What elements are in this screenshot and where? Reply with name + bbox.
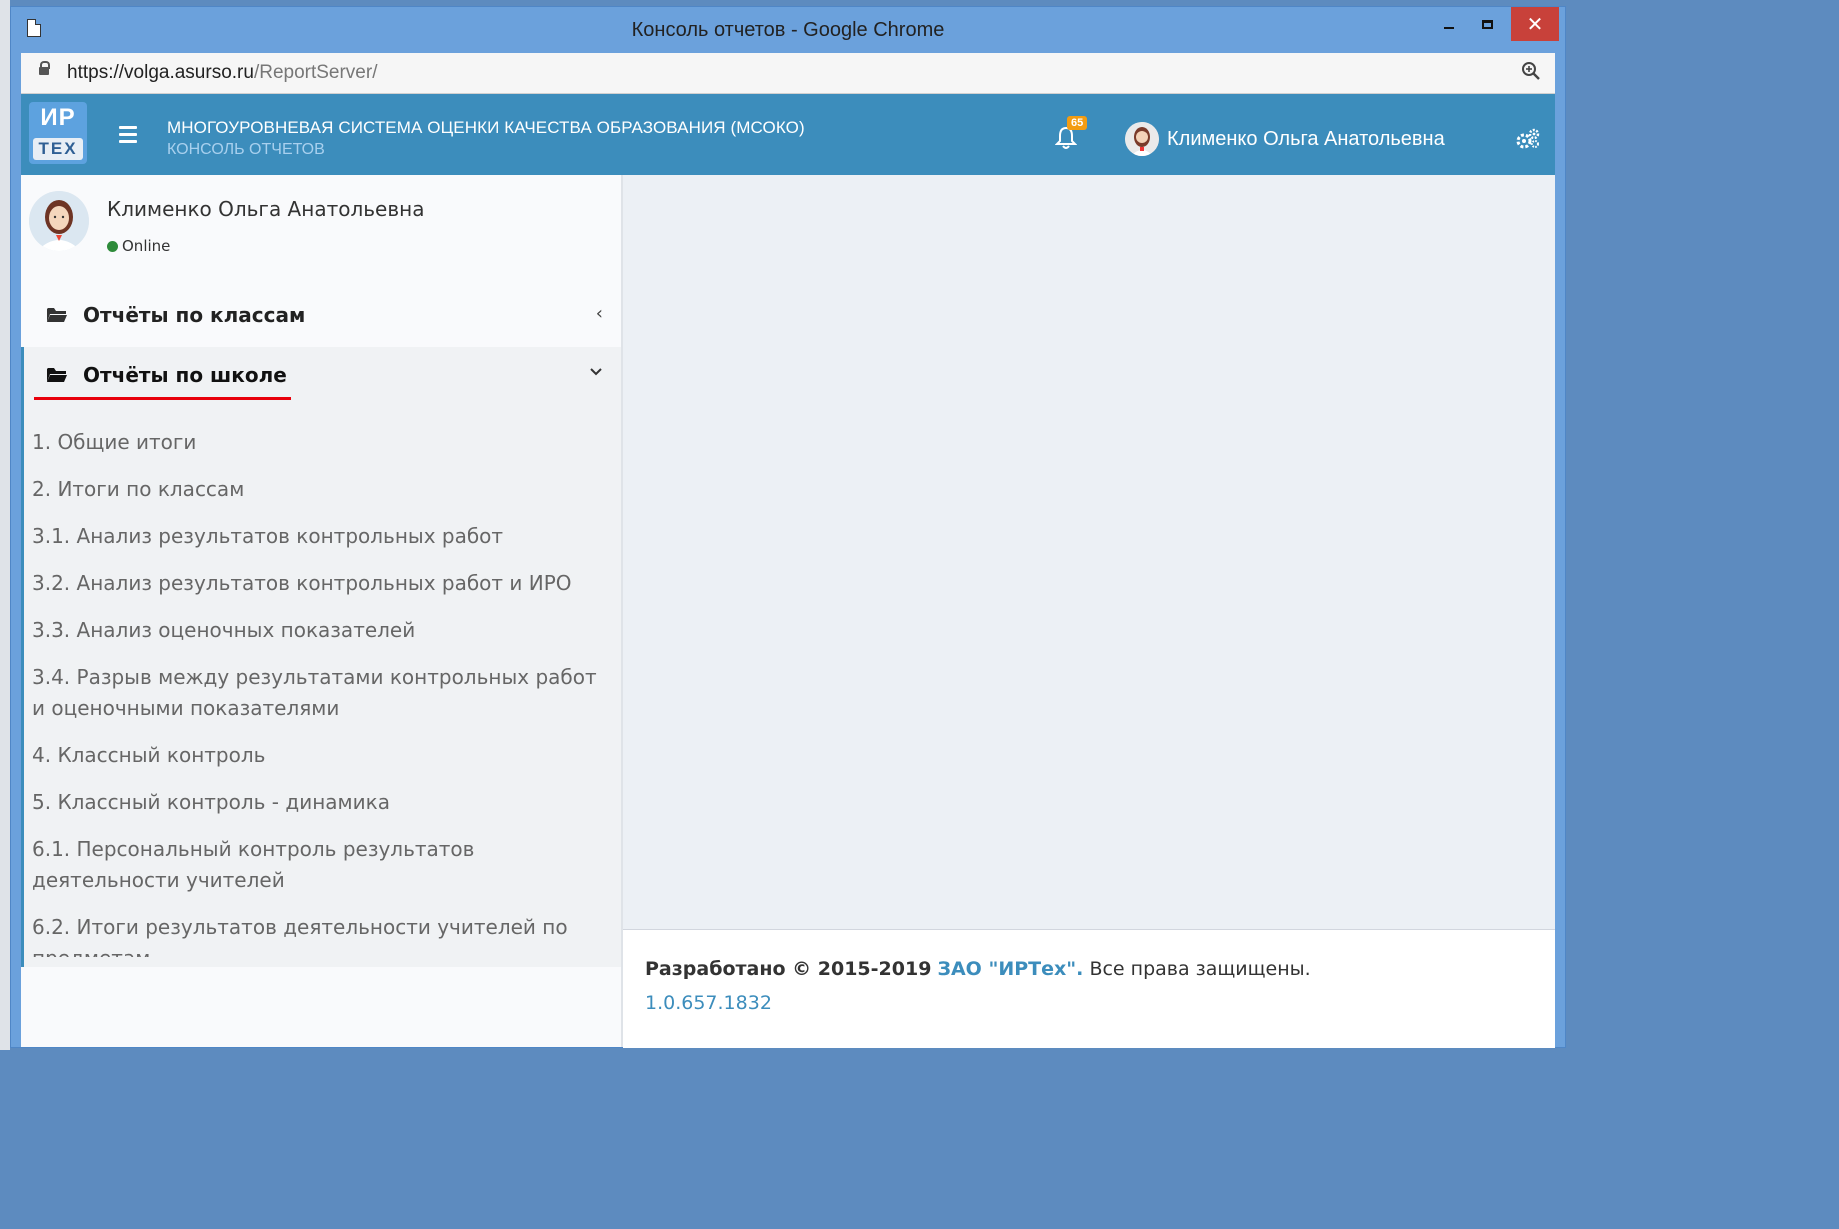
red-underline-annotation [34,397,291,400]
browser-window: Консоль отчетов - Google Chrome ✕ https:… [10,6,1566,1048]
close-button[interactable]: ✕ [1511,7,1559,41]
list-item[interactable]: 1. Общие итоги [32,427,612,458]
footer-company-link[interactable]: ЗАО "ИРТех". [937,958,1083,980]
footer-copyright: Разработано © 2015-2019 ЗАО "ИРТех". Все… [645,958,1311,980]
sidebar: Клименко Ольга Анатольевна Online Отчёты… [21,175,621,1047]
maximize-icon [1481,19,1493,29]
folder-open-icon [47,308,67,322]
footer-rights: Все права защищены. [1089,958,1311,980]
desktop-background [0,0,10,1050]
system-title: МНОГОУРОВНЕВАЯ СИСТЕМА ОЦЕНКИ КАЧЕСТВА О… [167,118,805,137]
status-text: Online [122,237,171,255]
footer: Разработано © 2015-2019 ЗАО "ИРТех". Все… [623,929,1555,1048]
close-icon: ✕ [1526,12,1544,36]
list-item[interactable]: 4. Классный контроль [32,740,612,771]
url-path: /ReportServer/ [253,62,378,83]
menu-header: Отчёты по классам [47,303,305,327]
chevron-left-icon: ‹ [595,303,603,324]
list-item[interactable]: 6.2. Итоги результатов деятельности учит… [32,912,612,957]
maximize-button[interactable] [1469,7,1505,41]
notification-badge: 65 [1067,116,1088,130]
minimize-button[interactable] [1431,7,1467,41]
list-item[interactable]: 3.2. Анализ результатов контрольных рабо… [32,568,612,599]
lock-icon [39,61,50,75]
app-header: ИР ТЕХ МНОГОУРОВНЕВАЯ СИСТЕМА ОЦЕНКИ КАЧ… [21,94,1555,175]
url-host: https://volga.asurso.ru [67,62,254,83]
list-item[interactable]: 3.3. Анализ оценочных показателей [32,615,612,646]
address-bar[interactable]: https://volga.asurso.ru/ReportServer/ [21,53,1555,94]
online-dot-icon [107,240,118,252]
app-root: ИР ТЕХ МНОГОУРОВНЕВАЯ СИСТЕМА ОЦЕНКИ КАЧ… [21,94,1555,1048]
system-subtitle: КОНСОЛЬ ОТЧЕТОВ [167,141,325,158]
hamburger-icon[interactable] [119,126,137,147]
list-item[interactable]: 2. Итоги по классам [32,474,612,505]
irtech-logo[interactable]: ИР ТЕХ [29,102,87,164]
user-panel: Клименко Ольга Анатольевна Online [21,175,621,275]
footer-version: 1.0.657.1832 [645,992,772,1014]
status-badge: Online [107,237,170,255]
sidebar-item-label: Отчёты по школе [83,363,287,387]
logo-text-top: ИР [40,104,76,131]
header-user-menu[interactable]: Клименко Ольга Анатольевна [1125,122,1445,156]
window-titlebar[interactable]: Консоль отчетов - Google Chrome ✕ [11,7,1565,53]
window-title: Консоль отчетов - Google Chrome [631,19,945,41]
sidebar-item-label: Отчёты по классам [83,303,306,327]
avatar [29,191,89,251]
chevron-down-icon [589,361,603,382]
footer-developed: Разработано © 2015-2019 [645,958,932,980]
gears-icon[interactable] [1515,128,1541,150]
url-text[interactable]: https://volga.asurso.ru/ReportServer/ [67,62,377,84]
logo-text-bottom: ТЕХ [33,138,83,160]
sidebar-item-class-reports[interactable]: Отчёты по классам ‹ [21,287,621,347]
main-content [623,175,1555,929]
sidebar-item-school-reports[interactable]: Отчёты по школе 1. Общие итоги 2. Итоги … [21,347,621,967]
avatar [1125,122,1159,156]
zoom-icon[interactable] [1521,61,1541,86]
header-user-name: Клименко Ольга Анатольевна [1167,127,1445,150]
list-item[interactable]: 3.4. Разрыв между результатами контрольн… [32,662,612,724]
list-item[interactable]: 3.1. Анализ результатов контрольных рабо… [32,521,612,552]
sidebar-user-name: Клименко Ольга Анатольевна [107,197,425,221]
report-list: 1. Общие итоги 2. Итоги по классам 3.1. … [32,427,616,957]
list-item[interactable]: 5. Классный контроль - динамика [32,787,612,818]
minimize-icon [1444,27,1454,29]
folder-open-icon [47,368,67,382]
list-item[interactable]: 6.1. Персональный контроль результатов д… [32,834,612,896]
menu-header: Отчёты по школе [47,363,287,387]
